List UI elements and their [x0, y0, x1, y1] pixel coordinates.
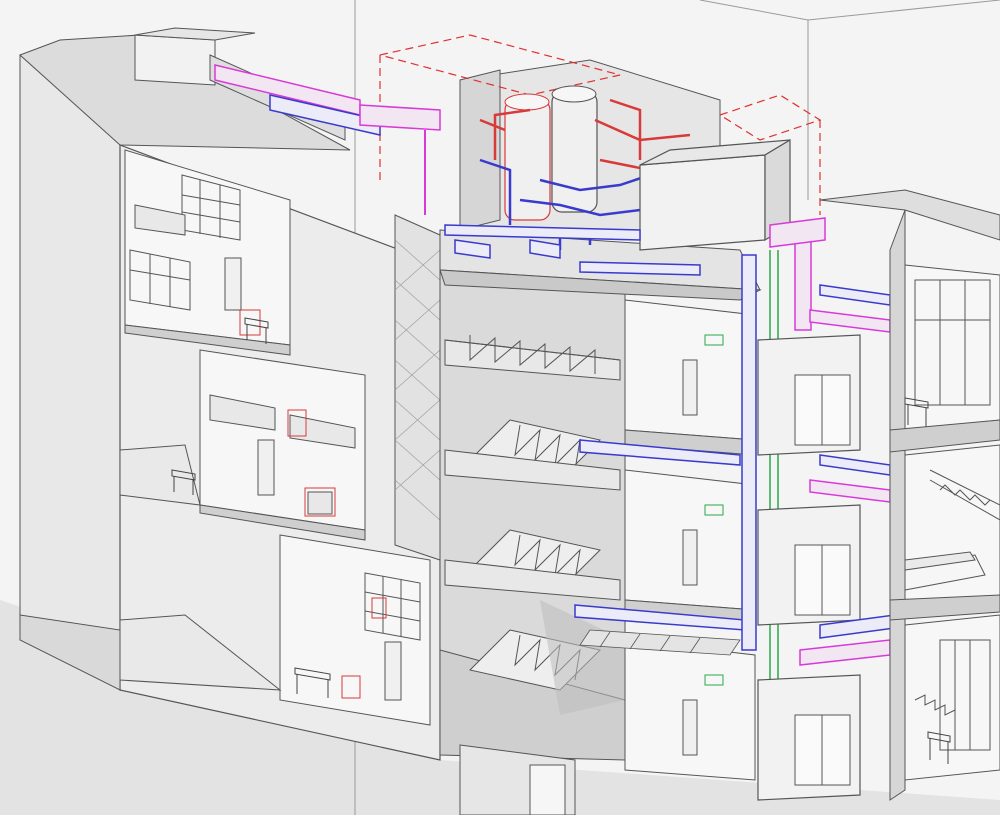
door-icon: [682, 529, 698, 586]
supply-riser: [741, 254, 757, 651]
building-section-diagram: [0, 0, 1000, 815]
left-room-floor-2: [199, 349, 366, 541]
door-icon: [384, 641, 402, 701]
facade-panel-strip: [394, 214, 441, 561]
right-block-wall: [889, 209, 906, 801]
neighbor-roof-outline: [699, 0, 1000, 21]
door-icon: [257, 439, 275, 496]
left-room-floor-3: [124, 149, 291, 356]
door-icon: [682, 699, 698, 756]
building-section-svg: [0, 0, 1000, 815]
clearance-zone-box: [718, 94, 822, 141]
rooftop-unit-left: [134, 34, 216, 86]
door-icon: [682, 359, 698, 416]
elevator-stack: [757, 334, 861, 801]
door-icon: [529, 764, 566, 815]
air-handling-unit-front: [639, 154, 766, 251]
door-icon: [224, 257, 242, 311]
left-block-side: [19, 44, 121, 691]
unit-stack-center: [624, 299, 756, 781]
right-block-roof: [819, 189, 1000, 241]
exhaust-riser: [794, 229, 812, 331]
left-room-floor-1: [279, 534, 431, 726]
